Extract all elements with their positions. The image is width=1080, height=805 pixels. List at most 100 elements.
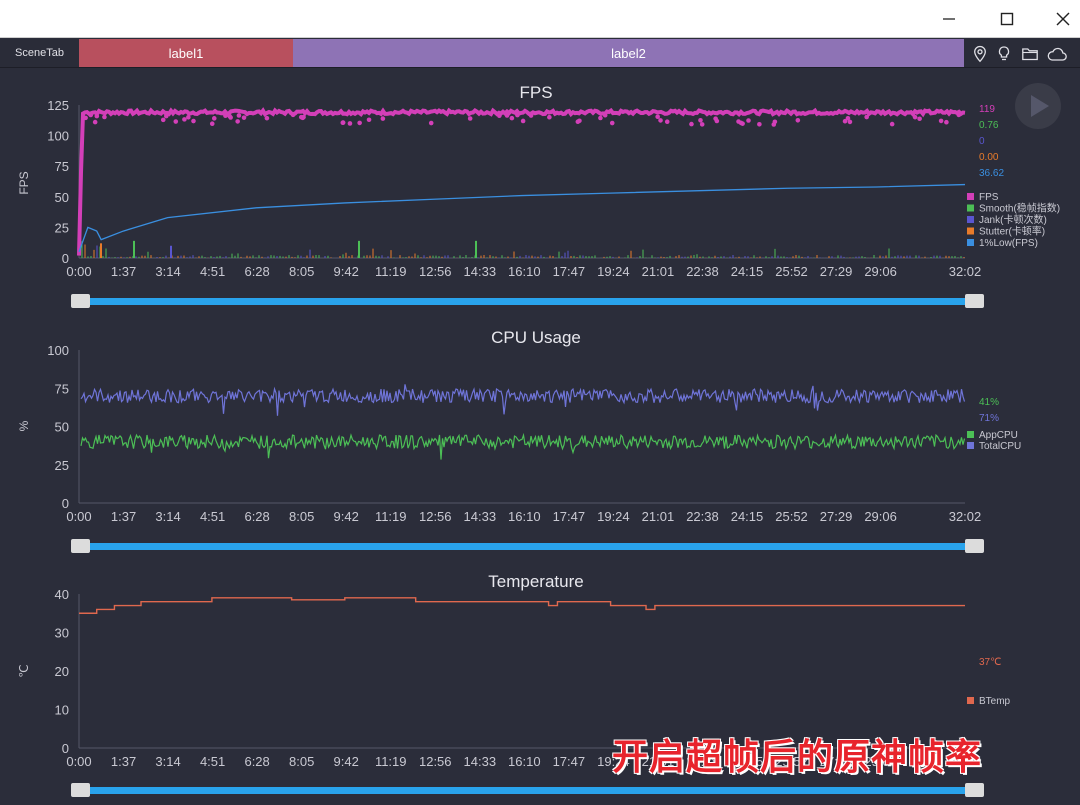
fps-dip-point (795, 117, 801, 123)
y-tick-label: 50 (55, 420, 69, 435)
fps-x-ticks: 0:00 1:37 3:14 4:51 6:28 8:05 9:42 11:19 12:56 14… (66, 264, 981, 279)
fps-dip-point (186, 114, 191, 120)
cpu-series-line (80, 384, 966, 416)
fps-dip-point (366, 117, 372, 123)
y-tick-label: 75 (55, 159, 69, 174)
legend-swatch[interactable] (967, 227, 974, 235)
legend-label[interactable]: 1%Low(FPS) (979, 238, 1038, 249)
fps-y-axis-label: FPS (17, 171, 31, 194)
temperature-plot-area (79, 597, 965, 614)
legend-swatch[interactable] (967, 442, 974, 449)
fps-dip-point (182, 117, 187, 122)
legend-label[interactable]: Stutter(卡顿率) (979, 225, 1045, 238)
fps-dip-point (655, 114, 660, 119)
lightbulb-icon[interactable] (993, 43, 1015, 65)
fps-dip-point (515, 112, 520, 118)
legend-label[interactable]: Jank(卡顿次数) (979, 213, 1047, 226)
series-current-value: 0.00 (979, 152, 999, 163)
fps-dip-point (428, 120, 434, 126)
series-current-value: 0 (979, 136, 985, 147)
legend-label[interactable]: FPS (979, 192, 999, 203)
temperature-slider-right-handle[interactable] (965, 783, 984, 797)
cpu-series-line (80, 432, 966, 460)
x-tick-label: 3:14 (155, 509, 180, 524)
x-tick-label: 1:37 (111, 509, 136, 524)
fps-dip-point (509, 115, 515, 121)
minimize-icon[interactable] (926, 0, 972, 38)
x-tick-label: 27:29 (820, 509, 853, 524)
x-tick-label: 3:14 (155, 264, 180, 279)
y-tick-label: 125 (47, 98, 69, 113)
series-current-value: 41% (979, 397, 999, 408)
fps-time-slider[interactable] (71, 294, 984, 308)
play-button[interactable] (1015, 83, 1061, 129)
x-tick-label: 24:15 (731, 509, 764, 524)
timeline-label2[interactable]: label2 (293, 39, 964, 67)
fps-slider-right-handle[interactable] (965, 294, 984, 308)
x-tick-label: 4:51 (200, 509, 225, 524)
x-tick-label: 9:42 (334, 509, 359, 524)
fps-dip-point (160, 117, 166, 123)
cloud-icon[interactable] (1046, 43, 1068, 65)
y-tick-label: 10 (55, 703, 69, 718)
legend-swatch[interactable] (967, 204, 974, 212)
y-tick-label: 100 (47, 129, 69, 144)
location-pin-icon[interactable] (969, 43, 991, 65)
x-tick-label: 14:33 (464, 509, 497, 524)
legend-label[interactable]: TotalCPU (979, 441, 1021, 452)
fps-dip-point (467, 116, 473, 121)
x-tick-label: 17:47 (553, 264, 586, 279)
x-tick-label: 1:37 (111, 754, 136, 769)
cpu-plot-area (80, 384, 966, 460)
legend-swatch[interactable] (967, 239, 974, 246)
fps-dip-point (88, 112, 94, 118)
legend-label[interactable]: Smooth(稳帧指数) (979, 202, 1060, 215)
fps-dip-point (380, 116, 386, 121)
y-tick-label: 25 (55, 220, 69, 235)
temperature-y-ticks: 403020100 (55, 587, 69, 756)
cpu-slider-left-handle[interactable] (71, 539, 90, 553)
timeline-label1[interactable]: label1 (79, 39, 293, 67)
fps-dip-point (699, 122, 705, 127)
fps-dip-point (772, 119, 778, 125)
legend-swatch[interactable] (967, 216, 974, 223)
fps-dip-point (92, 119, 98, 125)
fps-dip-point (211, 116, 217, 121)
x-tick-label: 16:10 (508, 264, 541, 279)
fps-dip-point (602, 112, 608, 118)
x-tick-label: 24:15 (731, 264, 764, 279)
temperature-series-line (79, 597, 965, 614)
x-tick-label: 0:00 (66, 264, 91, 279)
series-current-value: 0.76 (979, 120, 999, 131)
legend-swatch[interactable] (967, 431, 974, 438)
series-current-value: 36.62 (979, 168, 1004, 179)
fps-y-ticks: 1251007550250 (47, 98, 69, 266)
legend-swatch[interactable] (967, 193, 974, 200)
legend-swatch[interactable] (967, 697, 974, 704)
close-icon[interactable] (1040, 0, 1080, 38)
x-tick-label: 3:14 (155, 754, 180, 769)
temperature-time-slider[interactable] (71, 783, 984, 797)
fps-dip-point (598, 115, 603, 121)
folder-icon[interactable] (1019, 43, 1041, 65)
temperature-slider-left-handle[interactable] (71, 783, 90, 797)
fps-plot-area (77, 107, 966, 258)
cpu-time-slider[interactable] (71, 539, 984, 553)
fps-dip-point (209, 121, 215, 127)
legend-label[interactable]: BTemp (979, 696, 1011, 707)
fps-dip-point (241, 115, 247, 120)
fps-slider-left-handle[interactable] (71, 294, 90, 308)
fps-dip-point (658, 118, 663, 123)
fps-dip-point (357, 120, 362, 126)
x-tick-label: 19:24 (597, 509, 630, 524)
charts-panel: FPS FPS 125 100 75 50 25 0 0:00 1:37 3:14 4:51 6:… (17, 83, 1061, 797)
temperature-current-values: 37℃ (979, 657, 1001, 668)
fps-dip-point (713, 116, 718, 121)
fps-dip-point (575, 119, 581, 125)
fps-dip-point (547, 114, 552, 120)
fps-dip-point (889, 121, 895, 127)
maximize-icon[interactable] (984, 0, 1030, 38)
cpu-slider-right-handle[interactable] (965, 539, 984, 553)
legend-label[interactable]: AppCPU (979, 430, 1018, 441)
scene-tab[interactable]: SceneTab (0, 39, 79, 67)
